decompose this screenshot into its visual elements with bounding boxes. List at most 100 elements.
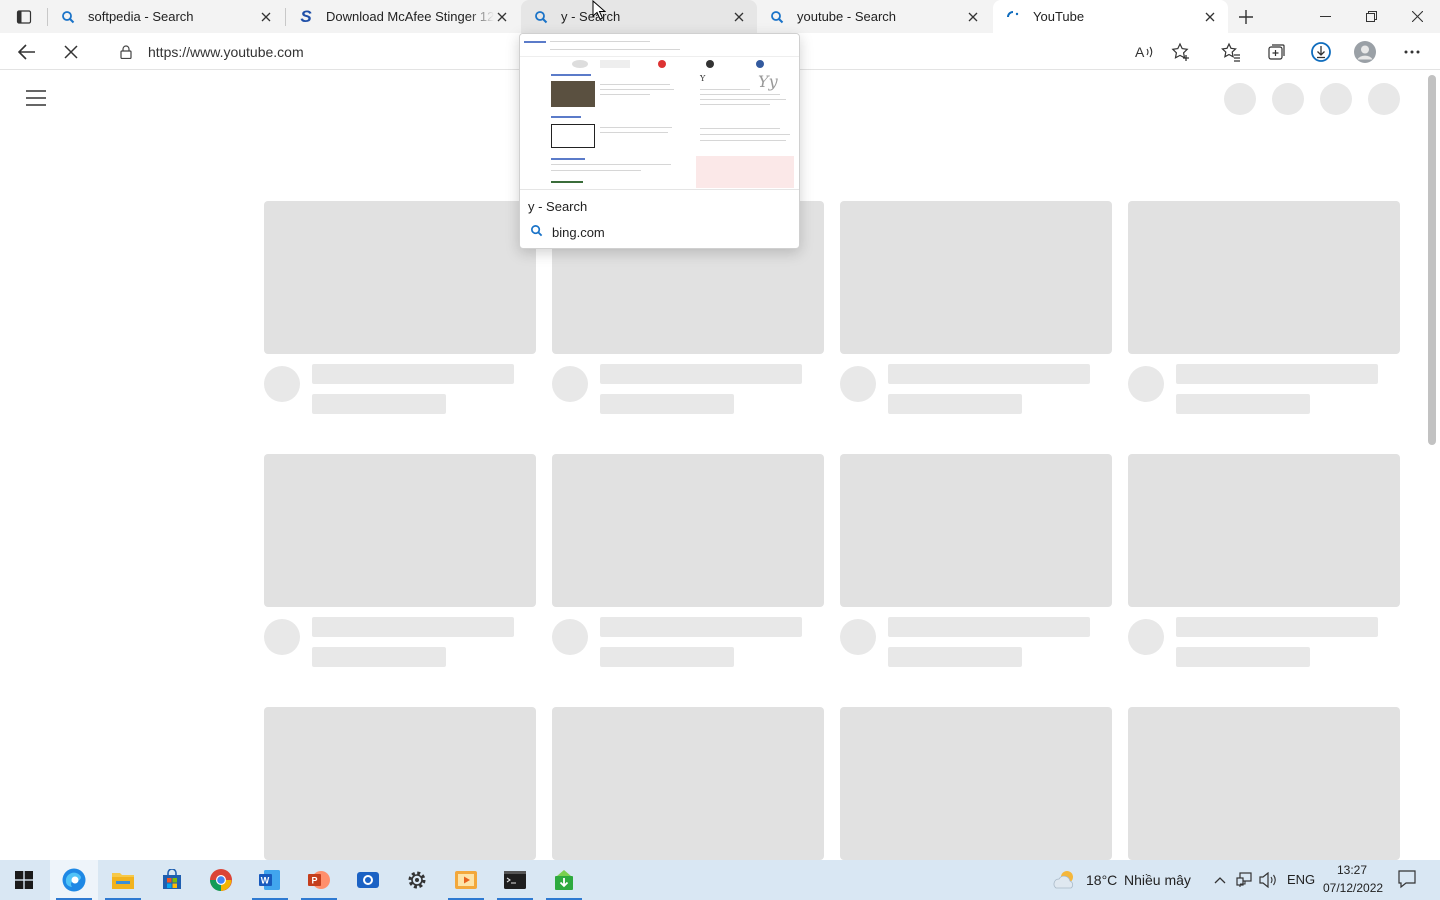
input-language[interactable]: ENG (1287, 872, 1315, 887)
video-meta-skeleton (1176, 394, 1310, 414)
tab-label: youtube - Search (797, 9, 897, 24)
video-title-skeleton (600, 364, 802, 384)
clock-date[interactable]: 07/12/2022 (1323, 881, 1383, 895)
channel-avatar-skeleton (264, 366, 300, 402)
edge-icon[interactable] (50, 860, 98, 900)
search-icon (769, 9, 785, 25)
page-scrollbar[interactable] (1428, 75, 1436, 445)
preview-domain: bing.com (552, 225, 605, 240)
preview-title: y - Search (528, 199, 588, 214)
video-meta-skeleton (312, 647, 446, 667)
close-tab-icon[interactable] (494, 9, 510, 25)
media-player-icon[interactable] (442, 860, 490, 900)
more-menu-icon[interactable] (1397, 37, 1427, 67)
header-skeleton-circle (1320, 83, 1352, 115)
notification-center-icon[interactable] (1397, 869, 1417, 889)
collections-icon[interactable] (1261, 37, 1291, 67)
file-explorer-icon[interactable] (99, 860, 147, 900)
video-thumbnail-skeleton (264, 454, 536, 607)
tab-softpedia-search[interactable]: softpedia - Search (48, 0, 284, 33)
channel-avatar-skeleton (552, 366, 588, 402)
hamburger-menu-icon[interactable] (26, 90, 46, 106)
video-title-skeleton (1176, 364, 1378, 384)
weather-cloudy-icon[interactable] (1052, 868, 1078, 892)
header-skeleton-circle (1224, 83, 1256, 115)
channel-avatar-skeleton (264, 619, 300, 655)
tab-youtube[interactable]: YouTube (993, 0, 1228, 33)
video-meta-skeleton (888, 394, 1022, 414)
word-icon[interactable]: W (246, 860, 294, 900)
video-thumbnail-skeleton (1128, 454, 1400, 607)
video-meta-skeleton (600, 647, 734, 667)
minimize-icon[interactable] (1302, 0, 1348, 33)
channel-avatar-skeleton (840, 366, 876, 402)
channel-avatar-skeleton (552, 619, 588, 655)
video-title-skeleton (312, 617, 514, 637)
stop-loading-icon[interactable] (56, 37, 86, 67)
channel-avatar-skeleton (1128, 619, 1164, 655)
url-text: https://www.youtube.com (148, 43, 304, 60)
loading-spinner-icon (1005, 9, 1021, 25)
svg-text:P: P (312, 876, 318, 886)
installer-icon[interactable] (540, 860, 588, 900)
svg-text:A: A (1135, 44, 1145, 60)
chevron-up-icon[interactable] (1210, 870, 1230, 890)
start-icon[interactable] (0, 860, 48, 900)
video-meta-skeleton (1176, 647, 1310, 667)
tab-label: y - Search (561, 9, 621, 24)
close-window-icon[interactable] (1394, 0, 1440, 33)
video-thumbnail-skeleton (264, 707, 536, 860)
clock-time[interactable]: 13:27 (1337, 863, 1367, 877)
restore-icon[interactable] (1348, 0, 1394, 33)
video-thumbnail-skeleton (264, 201, 536, 354)
camera-icon[interactable] (344, 860, 392, 900)
read-aloud-icon[interactable]: A (1130, 37, 1160, 67)
channel-avatar-skeleton (840, 619, 876, 655)
header-skeleton-circle (1368, 83, 1400, 115)
weather-condition[interactable]: Nhiều mây (1124, 872, 1191, 888)
back-arrow-icon[interactable] (12, 37, 42, 67)
search-icon (60, 9, 76, 25)
video-thumbnail-skeleton (1128, 201, 1400, 354)
header-skeleton-circle (1272, 83, 1304, 115)
close-tab-icon[interactable] (731, 9, 747, 25)
close-tab-icon[interactable] (258, 9, 274, 25)
video-meta-skeleton (888, 647, 1022, 667)
weather-temperature[interactable]: 18°C (1086, 872, 1117, 888)
video-thumbnail-skeleton (840, 707, 1112, 860)
favorites-icon[interactable] (1216, 37, 1246, 67)
video-meta-skeleton (600, 394, 734, 414)
video-meta-skeleton (312, 394, 446, 414)
windows-taskbar: W P 18°C Nhiều mây ENG 13:27 07/12/2022 (0, 860, 1440, 900)
search-icon (533, 9, 549, 25)
new-tab-icon[interactable] (1233, 4, 1259, 30)
preview-thumbnail: Y Yy (520, 34, 799, 190)
video-title-skeleton (1176, 617, 1378, 637)
tab-youtube-search[interactable]: youtube - Search (757, 0, 991, 33)
profile-avatar-icon[interactable] (1350, 37, 1380, 67)
terminal-icon[interactable] (491, 860, 539, 900)
close-tab-icon[interactable] (965, 9, 981, 25)
video-thumbnail-skeleton (552, 707, 824, 860)
add-favorite-icon[interactable] (1166, 37, 1196, 67)
chrome-icon[interactable] (197, 860, 245, 900)
volume-icon[interactable] (1258, 870, 1278, 890)
store-icon[interactable] (148, 860, 196, 900)
tab-mcafee-stinger[interactable]: S Download McAfee Stinger 12.2.0 (286, 0, 520, 33)
lock-icon[interactable] (118, 44, 134, 60)
tab-label: softpedia - Search (88, 9, 194, 24)
tab-hover-preview[interactable]: Y Yy y - Search bing.com (519, 33, 800, 249)
tab-y-search[interactable]: y - Search (521, 0, 757, 33)
video-title-skeleton (888, 617, 1090, 637)
tab-label: YouTube (1033, 9, 1085, 24)
network-icon[interactable] (1235, 870, 1255, 890)
channel-avatar-skeleton (1128, 366, 1164, 402)
tab-actions-icon[interactable] (14, 7, 34, 27)
tab-strip: softpedia - Search S Download McAfee Sti… (0, 0, 1440, 33)
downloads-icon[interactable] (1306, 37, 1336, 67)
close-tab-icon[interactable] (1202, 9, 1218, 25)
search-icon (530, 224, 544, 238)
powerpoint-icon[interactable]: P (295, 860, 343, 900)
video-title-skeleton (600, 617, 802, 637)
settings-icon[interactable] (393, 860, 441, 900)
